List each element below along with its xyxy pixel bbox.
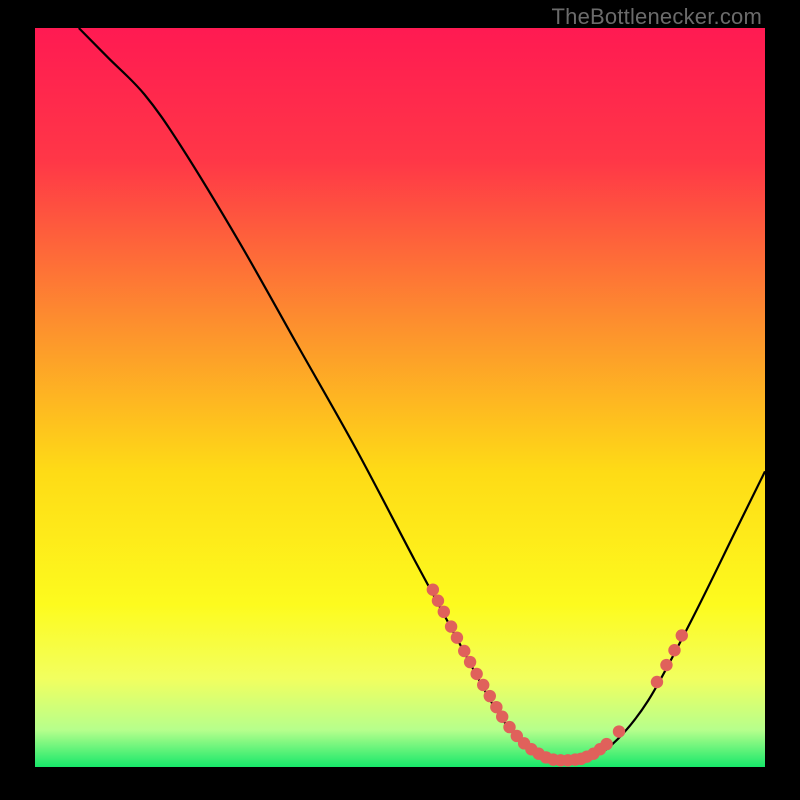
data-marker [464,656,476,668]
data-marker [651,676,663,688]
data-marker [676,629,688,641]
data-marker [432,595,444,607]
gradient-background [35,28,765,767]
data-marker [660,659,672,671]
watermark-label: TheBottlenecker.com [552,4,762,30]
data-marker [484,690,496,702]
plot-frame [35,0,765,767]
data-marker [458,645,470,657]
data-marker [496,711,508,723]
data-marker [470,668,482,680]
data-marker [438,606,450,618]
data-marker [427,583,439,595]
data-marker [451,631,463,643]
data-marker [445,620,457,632]
bottleneck-curve-chart [35,0,765,767]
data-marker [613,725,625,737]
data-marker [600,738,612,750]
data-marker [477,679,489,691]
data-marker [668,644,680,656]
